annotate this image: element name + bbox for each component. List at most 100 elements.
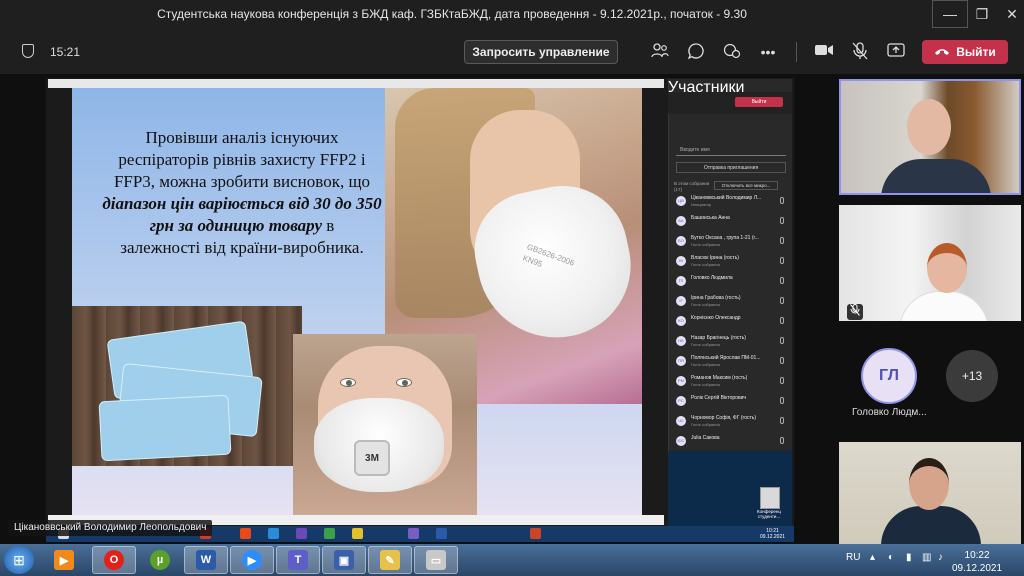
inner-app-icon bbox=[240, 528, 251, 539]
language-indicator[interactable]: RU bbox=[846, 552, 860, 563]
mute-all-button[interactable]: Отключить все микро... bbox=[714, 181, 778, 190]
inner-app-icon bbox=[324, 528, 335, 539]
teams-icon: T bbox=[288, 550, 308, 570]
tray-battery-icon[interactable]: ▮ bbox=[906, 552, 912, 563]
phone-icon bbox=[934, 45, 950, 59]
participant-name: Власюк Ірина (гость) bbox=[691, 255, 739, 261]
media-player-app[interactable]: ▶ bbox=[42, 546, 86, 574]
participant-row[interactable]: ЧС Чорномор Софія, ФГ (гость) Гость собран… bbox=[676, 414, 788, 430]
participant-row[interactable]: КО Корнієнко Олександр bbox=[676, 314, 788, 330]
people-icon[interactable] bbox=[650, 42, 670, 62]
tray-app-icon[interactable]: ◐ bbox=[888, 552, 894, 563]
folder-icon[interactable] bbox=[760, 487, 780, 509]
mic-icon[interactable] bbox=[780, 317, 784, 324]
presenter-name-label: Цікановвський Володимир Леопольдович bbox=[8, 520, 213, 536]
participant-name: Романов Максим (гость) bbox=[691, 375, 748, 381]
leave-label: Выйти bbox=[956, 45, 996, 59]
network-icon[interactable]: ▥ bbox=[922, 552, 931, 563]
participant-row[interactable]: РС Ролік Сергій Вікторович bbox=[676, 394, 788, 410]
participant-name: Корнієнко Олександр bbox=[691, 315, 741, 321]
opera-icon: O bbox=[104, 550, 124, 570]
mic-icon[interactable] bbox=[780, 377, 784, 384]
slide-text: Провівши аналіз існуючих респіраторів рі… bbox=[92, 127, 392, 259]
participant-row[interactable]: БО Бутко Оксана , група 1-21 (г... Гость с… bbox=[676, 234, 788, 250]
inner-app-icon bbox=[436, 528, 447, 539]
mic-icon[interactable] bbox=[780, 237, 784, 244]
slide-text-emphasis: діапазон цін варіюється від 30 до 350 гр… bbox=[102, 194, 382, 235]
mini-leave-button[interactable]: Выйти bbox=[735, 97, 783, 107]
participant-row[interactable]: ІГ Ірина Грабова (гость) Гость собрания bbox=[676, 294, 788, 310]
video-tile-4[interactable] bbox=[839, 442, 1021, 558]
start-button[interactable]: ⊞ bbox=[4, 546, 34, 574]
more-icon[interactable]: ••• bbox=[758, 42, 778, 62]
volume-icon[interactable]: ♪ bbox=[938, 552, 943, 563]
person-head bbox=[907, 99, 951, 155]
share-icon[interactable] bbox=[886, 42, 906, 62]
drive-icon: ▭ bbox=[426, 550, 446, 570]
participant-avatar: ГЛ bbox=[676, 276, 686, 286]
participant-search-input[interactable]: Вводите имя bbox=[676, 144, 786, 156]
participant-row[interactable]: ВІ Власюк Ірина (гость) Гость собрания bbox=[676, 254, 788, 270]
minimize-button[interactable]: — bbox=[932, 0, 968, 28]
mic-icon[interactable] bbox=[780, 397, 784, 404]
meeting-timer: 15:21 bbox=[50, 45, 81, 59]
inner-app-icon bbox=[530, 528, 541, 539]
leave-button[interactable]: Выйти bbox=[922, 40, 1008, 64]
request-control-button[interactable]: Запросить управление bbox=[464, 40, 618, 64]
more-participants-button[interactable]: +13 bbox=[946, 350, 998, 402]
mic-icon[interactable] bbox=[780, 277, 784, 284]
word-app[interactable]: W bbox=[184, 546, 228, 574]
inner-app-icon bbox=[352, 528, 363, 539]
participant-row[interactable]: ГЛ Головко Людмила bbox=[676, 274, 788, 290]
utorrent-app[interactable]: µ bbox=[138, 546, 182, 574]
paint-app[interactable]: ✎ bbox=[368, 546, 412, 574]
system-clock[interactable]: 10:22 09.12.2021 bbox=[952, 549, 1002, 575]
slide-text-line: в bbox=[326, 216, 335, 235]
video-tile-1[interactable] bbox=[839, 79, 1021, 195]
participant-name: Чорномор Софія, ФГ (гость) bbox=[691, 415, 757, 421]
teams-app[interactable]: T bbox=[276, 546, 320, 574]
mic-icon[interactable] bbox=[780, 417, 784, 424]
participant-role: Гость собрания bbox=[691, 262, 720, 267]
mic-icon[interactable] bbox=[780, 337, 784, 344]
zoom-icon: ▶ bbox=[242, 550, 262, 570]
participant-role: Гость собрания bbox=[691, 382, 720, 387]
participant-row[interactable]: БА Башинська Анна bbox=[676, 214, 788, 230]
opera-app[interactable]: O bbox=[92, 546, 136, 574]
save-app[interactable]: ▣ bbox=[322, 546, 366, 574]
toolbar-divider bbox=[796, 42, 797, 62]
zoom-app[interactable]: ▶ bbox=[230, 546, 274, 574]
tray-expand-icon[interactable]: ▴ bbox=[870, 552, 875, 563]
participant-avatar: ЧС bbox=[676, 416, 686, 426]
participant-row[interactable]: НБ Назар Брагінець (гость) Гость собрания bbox=[676, 334, 788, 350]
participant-name: Julia Сакова bbox=[691, 435, 720, 441]
mic-icon[interactable] bbox=[780, 437, 784, 444]
mic-icon[interactable] bbox=[780, 217, 784, 224]
eye bbox=[340, 378, 356, 387]
participant-avatar: БА bbox=[676, 216, 686, 226]
participant-row[interactable]: ЮС Julia Сакова bbox=[676, 434, 788, 450]
participant-name: Головко Людмила bbox=[691, 275, 733, 281]
mic-icon[interactable] bbox=[780, 357, 784, 364]
drive-app[interactable]: ▭ bbox=[414, 546, 458, 574]
participant-role: Инициатор bbox=[691, 202, 712, 207]
reactions-icon[interactable] bbox=[722, 42, 742, 62]
participant-avatar: КО bbox=[676, 316, 686, 326]
participant-avatar[interactable]: ГЛ bbox=[861, 348, 917, 404]
mic-off-icon[interactable] bbox=[850, 42, 870, 62]
slide-text-line: Провівши аналіз існуючих bbox=[145, 128, 339, 147]
mic-icon[interactable] bbox=[780, 197, 784, 204]
participant-row[interactable]: ЦВ Цікановвський Володимир Л... Инициатор bbox=[676, 194, 788, 210]
close-window-button[interactable]: ✕ bbox=[994, 0, 1024, 28]
utorrent-icon: µ bbox=[150, 550, 170, 570]
mic-icon[interactable] bbox=[780, 257, 784, 264]
mic-icon[interactable] bbox=[780, 297, 784, 304]
chat-icon[interactable] bbox=[686, 42, 706, 62]
camera-icon[interactable] bbox=[814, 42, 834, 62]
participant-row[interactable]: РМ Романов Максим (гость) Гость собрания bbox=[676, 374, 788, 390]
video-tile-2[interactable] bbox=[839, 205, 1021, 321]
muted-mic-icon bbox=[847, 304, 863, 320]
inner-app-icon bbox=[408, 528, 419, 539]
invite-button[interactable]: Отправка приглашения bbox=[676, 162, 786, 173]
participant-row[interactable]: ПЯ Полянський Ярослав ПМ-01... Гость собра… bbox=[676, 354, 788, 370]
